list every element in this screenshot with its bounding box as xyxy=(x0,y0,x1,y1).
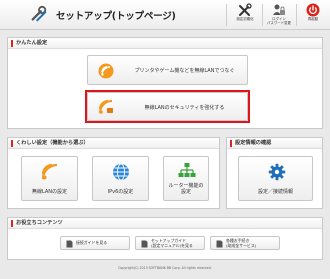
section-header: かんたん設定 xyxy=(8,38,322,49)
setup-guide-label: セットアップガイド (設定マニュアル)を見る xyxy=(151,238,193,248)
connection-guide-button[interactable]: 接続ガイドを見る xyxy=(60,236,130,250)
header-bar: セットアップ(トップページ) 設定初期化 ログイン パスワード変更 再起動 xyxy=(0,0,330,30)
detailed-settings-panel: くわしい設定（機能から選ぶ） 無線LANの設定 IPv6の設定 ルーター機能の … xyxy=(7,137,220,209)
wrench-screwdriver-icon xyxy=(239,3,252,16)
router-settings-button[interactable]: ルーター機能の 設定 xyxy=(163,156,209,201)
connection-info-label: 設定／接続情報 xyxy=(257,189,293,195)
procedures-label: 各種お手続き (助成金サービス) xyxy=(226,238,257,248)
lock-person-icon xyxy=(273,4,285,15)
header-divider xyxy=(226,4,227,26)
section-marker xyxy=(11,40,13,47)
ipv6-settings-button[interactable]: IPv6の設定 xyxy=(92,156,149,201)
section-title: 設定情報の確認 xyxy=(235,140,272,146)
login-password-change-button[interactable]: ログイン パスワード変更 xyxy=(264,2,294,28)
power-icon xyxy=(306,3,320,17)
connection-info-button[interactable]: 設定／接続情報 xyxy=(238,156,313,201)
section-title: かんたん設定 xyxy=(16,40,48,46)
useful-contents-panel: お役立ちコンテンツ 接続ガイドを見る セットアップガイド (設定マニュアル)を見… xyxy=(7,217,323,260)
wireless-settings-button[interactable]: 無線LANの設定 xyxy=(21,156,78,201)
ipv6-settings-label: IPv6の設定 xyxy=(107,189,134,195)
connect-devices-label: プリンタやゲーム機などを無線LANでつなぐ xyxy=(134,68,235,74)
section-header: くわしい設定（機能から選ぶ） xyxy=(8,138,219,149)
router-settings-label: ルーター機能の 設定 xyxy=(168,183,204,195)
reboot-button[interactable]: 再起動 xyxy=(298,2,328,28)
copyright-text: Copyright(C) 2013 SOFTBANK BB Corp. All … xyxy=(118,266,212,270)
wireless-security-label: 無線LANのセキュリティを強化する xyxy=(144,105,225,111)
settings-info-panel: 設定情報の確認 設定／接続情報 xyxy=(226,137,323,209)
document-icon xyxy=(216,240,223,248)
reboot-label: 再起動 xyxy=(307,17,319,21)
wireless-security-icon xyxy=(99,100,113,114)
wireless-settings-label: 無線LANの設定 xyxy=(31,189,68,195)
section-header: お役立ちコンテンツ xyxy=(8,218,322,229)
globe-icon xyxy=(113,163,129,181)
page-title: セットアップ(トップページ) xyxy=(56,11,176,22)
connection-guide-label: 接続ガイドを見る xyxy=(76,240,108,245)
section-marker xyxy=(11,220,13,227)
section-header: 設定情報の確認 xyxy=(227,138,322,149)
section-title: お役立ちコンテンツ xyxy=(16,220,63,226)
factory-reset-button[interactable]: 設定初期化 xyxy=(230,2,260,28)
section-marker xyxy=(230,140,232,147)
easy-setup-panel: かんたん設定 プリンタやゲーム機などを無線LANでつなぐ 無線LANのセキュリテ… xyxy=(7,37,323,129)
procedures-button[interactable]: 各種お手続き (助成金サービス) xyxy=(210,236,280,250)
section-marker xyxy=(11,140,13,147)
setup-tools-icon xyxy=(31,5,47,22)
wireless-icon xyxy=(41,163,58,180)
header-divider xyxy=(296,4,297,26)
setup-guide-button[interactable]: セットアップガイド (設定マニュアル)を見る xyxy=(135,236,205,250)
section-title: くわしい設定（機能から選ぶ） xyxy=(16,140,89,146)
document-icon xyxy=(141,240,148,248)
wireless-security-button[interactable]: 無線LANのセキュリティを強化する xyxy=(87,92,248,121)
factory-reset-label: 設定初期化 xyxy=(236,17,254,21)
login-password-change-label: ログイン パスワード変更 xyxy=(267,17,291,26)
document-icon xyxy=(66,240,73,248)
gear-icon xyxy=(268,163,286,181)
header-divider xyxy=(262,4,263,26)
network-tree-icon xyxy=(178,163,196,177)
wireless-connect-icon xyxy=(98,63,114,79)
connect-devices-button[interactable]: プリンタやゲーム機などを無線LANでつなぐ xyxy=(87,55,248,85)
